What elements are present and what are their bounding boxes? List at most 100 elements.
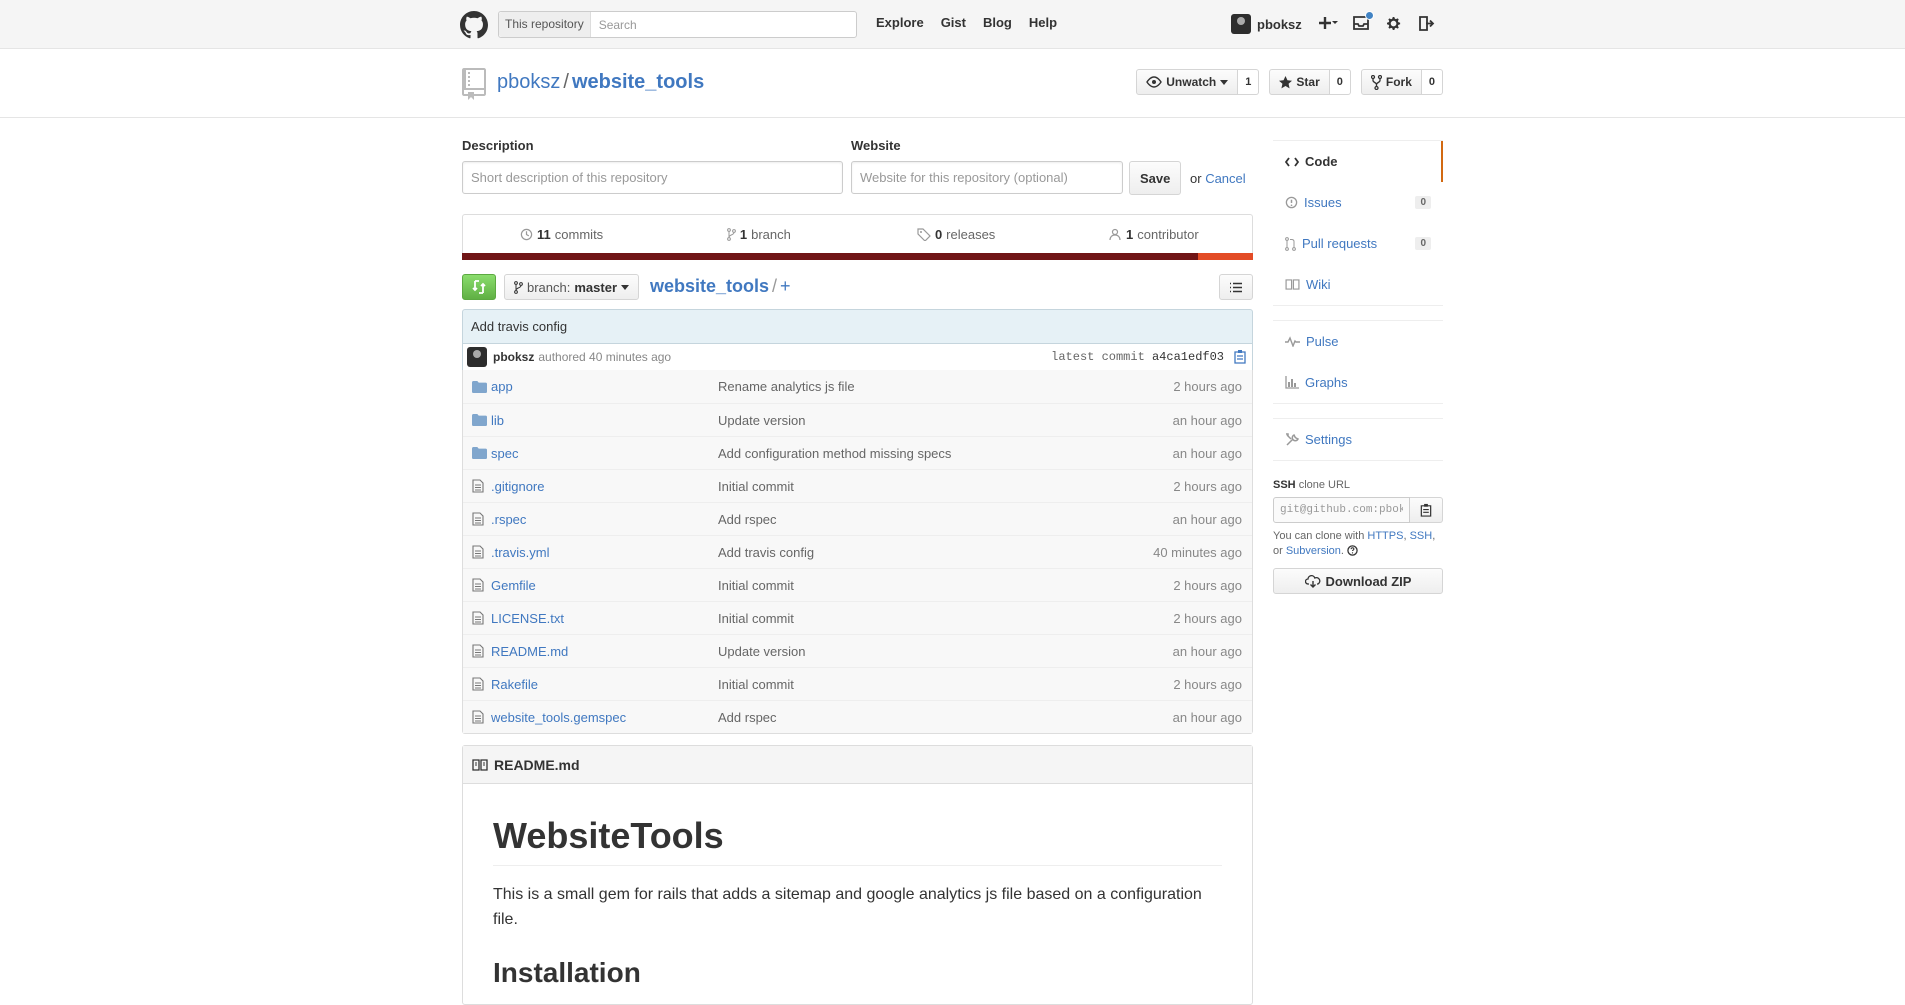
contributor-count: 1 — [1126, 227, 1134, 242]
notifications-button[interactable] — [1351, 11, 1374, 33]
repo-owner-link[interactable]: pboksz — [497, 71, 560, 93]
file-commit-message[interactable]: Update version — [718, 644, 805, 659]
readme-title: WebsiteTools — [493, 814, 1222, 867]
eye-icon — [1146, 76, 1163, 88]
new-file-button[interactable]: + — [780, 276, 791, 296]
sidebar-item-label: Issues — [1304, 195, 1342, 210]
file-name-link[interactable]: Gemfile — [491, 578, 536, 593]
star-count[interactable]: 0 — [1329, 69, 1351, 95]
github-logo-icon[interactable] — [460, 11, 488, 39]
settings-button[interactable] — [1384, 13, 1404, 33]
sidebar-item-settings[interactable]: Settings — [1273, 419, 1443, 460]
list-view-button[interactable] — [1219, 274, 1253, 300]
file-name-link[interactable]: spec — [491, 446, 518, 461]
sidebar-item-label: Wiki — [1306, 277, 1331, 292]
plus-icon — [1319, 17, 1338, 29]
file-commit-message[interactable]: Initial commit — [718, 578, 794, 593]
file-name-link[interactable]: app — [491, 379, 513, 394]
file-text-icon — [472, 710, 484, 724]
clone-subversion-link[interactable]: Subversion — [1286, 545, 1341, 557]
readme-section-heading: Installation — [493, 957, 641, 989]
nav-gist[interactable]: Gist — [941, 15, 966, 30]
nav-help[interactable]: Help — [1029, 15, 1057, 30]
file-name-link[interactable]: .travis.yml — [491, 545, 550, 560]
nav-explore[interactable]: Explore — [876, 15, 924, 30]
file-name-link[interactable]: Rakefile — [491, 677, 538, 692]
file-commit-message[interactable]: Add travis config — [718, 545, 814, 560]
star-button[interactable]: Star — [1269, 69, 1330, 95]
file-commit-message[interactable]: Initial commit — [718, 611, 794, 626]
question-icon[interactable] — [1347, 545, 1358, 556]
gear-icon — [1386, 16, 1400, 30]
repo-title-separator: / — [563, 71, 569, 93]
sidebar-item-graphs[interactable]: Graphs — [1273, 362, 1443, 403]
file-type-icon — [463, 545, 491, 559]
clone-or-text: or — [1273, 545, 1283, 557]
create-new-menu[interactable] — [1318, 13, 1338, 33]
file-type-icon — [463, 578, 491, 592]
breadcrumb-repo-link[interactable]: website_tools — [650, 276, 769, 296]
file-commit-message[interactable]: Add rspec — [718, 710, 777, 725]
clone-ssh-link[interactable]: SSH — [1410, 530, 1433, 542]
file-commit-message[interactable]: Add configuration method missing specs — [718, 446, 951, 461]
language-bar[interactable] — [462, 253, 1253, 260]
clone-help-text: You can clone with HTTPS, SSH, or Subver… — [1273, 530, 1436, 557]
readme: README.md WebsiteTools This is a small g… — [462, 745, 1253, 1005]
repo-name-link[interactable]: website_tools — [572, 71, 704, 93]
sidebar-item-pull-requests[interactable]: Pull requests 0 — [1273, 223, 1443, 264]
file-text-icon — [472, 479, 484, 493]
file-age: 40 minutes ago — [1153, 544, 1242, 560]
sidebar-item-issues[interactable]: Issues 0 — [1273, 182, 1443, 223]
tag-icon — [917, 228, 931, 241]
file-type-icon — [463, 512, 491, 526]
file-text-icon — [472, 644, 484, 658]
file-row: website_tools.gemspec Add rspec an hour ag… — [463, 700, 1252, 733]
sidebar-item-code[interactable]: Code — [1273, 141, 1443, 182]
language-segment-2 — [1197, 253, 1253, 260]
branch-select[interactable]: branch: master — [504, 274, 640, 300]
file-commit-message[interactable]: Initial commit — [718, 479, 794, 494]
sign-out-button[interactable] — [1417, 13, 1437, 33]
clone-https-link[interactable]: HTTPS — [1367, 530, 1403, 542]
fork-icon — [1370, 74, 1382, 90]
repo-main: Description Website Save or Cancel 11com… — [462, 118, 1253, 1005]
cancel-link[interactable]: Cancel — [1205, 171, 1245, 186]
download-zip-button[interactable]: Download ZIP — [1273, 568, 1443, 594]
file-commit-message[interactable]: Rename analytics js file — [718, 379, 855, 394]
file-name-link[interactable]: .rspec — [491, 512, 526, 527]
clone-url-input[interactable] — [1273, 497, 1410, 523]
search-scope[interactable]: This repository — [499, 12, 591, 37]
file-name-link[interactable]: .gitignore — [491, 479, 544, 494]
save-button[interactable]: Save — [1129, 161, 1182, 195]
pull-request-icon — [1285, 236, 1296, 251]
watch-group: Unwatch 1 — [1136, 69, 1260, 95]
search-input[interactable] — [590, 17, 856, 32]
commit-sha[interactable]: a4ca1edf03 — [1152, 350, 1224, 364]
file-name-link[interactable]: README.md — [491, 644, 568, 659]
pull-requests-count: 0 — [1415, 237, 1431, 250]
clipboard-icon[interactable] — [1234, 349, 1246, 364]
file-name-link[interactable]: website_tools.gemspec — [491, 710, 626, 725]
commit-author[interactable]: pboksz — [493, 350, 534, 364]
file-age: 2 hours ago — [1173, 379, 1242, 394]
nav-blog[interactable]: Blog — [983, 15, 1012, 30]
sidebar-item-wiki[interactable]: Wiki — [1273, 264, 1443, 305]
copy-clone-url-button[interactable] — [1410, 497, 1443, 523]
header-actions — [1318, 11, 1437, 33]
file-name-link[interactable]: lib — [491, 413, 504, 428]
description-field[interactable] — [462, 161, 843, 194]
file-name-link[interactable]: LICENSE.txt — [491, 611, 564, 626]
file-commit-message[interactable]: Initial commit — [718, 677, 794, 692]
commit-message[interactable]: Add travis config — [463, 310, 1252, 343]
watch-count[interactable]: 1 — [1238, 69, 1260, 95]
fork-count[interactable]: 0 — [1421, 69, 1443, 95]
sidebar-item-pulse[interactable]: Pulse — [1273, 321, 1443, 362]
file-commit-message[interactable]: Add rspec — [718, 512, 777, 527]
unwatch-button[interactable]: Unwatch — [1136, 69, 1239, 95]
folder-icon — [472, 414, 487, 426]
user-menu[interactable]: pboksz — [1231, 14, 1302, 34]
fork-button[interactable]: Fork — [1360, 69, 1422, 95]
compare-review-button[interactable] — [462, 274, 496, 300]
website-field[interactable] — [851, 161, 1123, 194]
file-commit-message[interactable]: Update version — [718, 413, 805, 428]
